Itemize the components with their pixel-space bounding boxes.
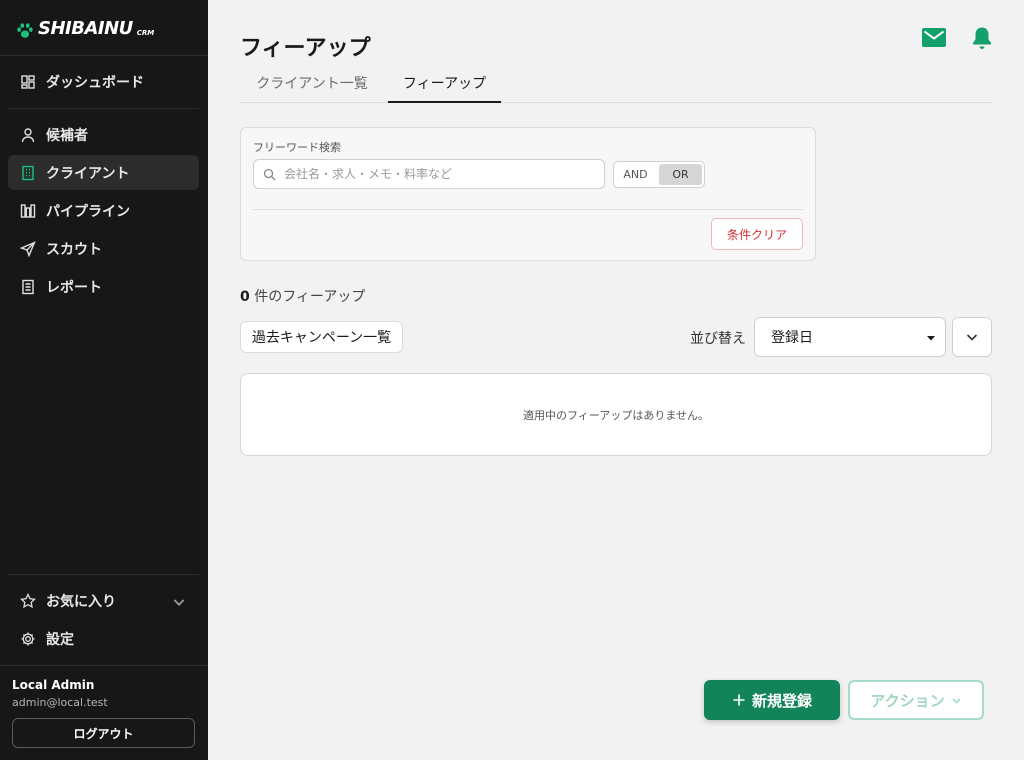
sort-direction-button[interactable] (952, 317, 992, 357)
result-count-number: 0 (240, 289, 250, 305)
sidebar-divider (8, 574, 199, 575)
sidebar-item-label: パイプライン (46, 203, 130, 220)
sidebar-item-label: 候補者 (46, 127, 88, 144)
person-icon (21, 127, 35, 142)
sidebar-item-favorites[interactable]: お気に入り (8, 583, 199, 618)
sidebar-item-label: お気に入り (46, 593, 116, 610)
action-menu-label: アクション (870, 691, 945, 710)
page-title: フィーアップ (240, 36, 371, 61)
building-icon (22, 165, 34, 180)
sidebar-divider (0, 665, 208, 666)
chevron-down-icon (952, 697, 961, 704)
sidebar-item-label: ダッシュボード (46, 74, 144, 91)
sidebar-item-label: クライアント (46, 165, 130, 182)
past-campaigns-button[interactable]: 過去キャンペーン一覧 (240, 321, 403, 353)
star-icon (20, 592, 36, 608)
chevron-down-icon (966, 334, 978, 341)
sidebar-item-dashboard[interactable]: ダッシュボード (8, 64, 199, 99)
sidebar-item-label: レポート (46, 279, 102, 296)
sort-label: 並び替え (690, 331, 746, 347)
empty-state: 適用中のフィーアップはありません。 (240, 373, 992, 456)
sort-select[interactable]: 登録日 (754, 317, 946, 357)
sidebar-item-label: 設定 (46, 631, 74, 648)
user-name: Local Admin (12, 678, 95, 692)
search-icon (263, 168, 276, 181)
action-menu-button[interactable]: アクション (848, 680, 984, 720)
logic-or-button[interactable]: OR (659, 164, 702, 185)
sort-select-value: 登録日 (771, 330, 813, 346)
bell-icon[interactable] (970, 26, 994, 50)
brand-sub: CRM (136, 29, 155, 37)
brand-logo[interactable]: SHIBAINU CRM (16, 16, 154, 40)
dashboard-icon (21, 74, 35, 89)
new-register-label: 新規登録 (751, 691, 812, 710)
chevron-down-icon (173, 599, 185, 606)
chevron-down-icon (927, 336, 935, 341)
brand-name: SHIBAINU (38, 18, 133, 39)
send-icon (20, 240, 36, 257)
result-count: 0 件のフィーアップ (240, 286, 365, 306)
search-box (253, 159, 605, 189)
filter-divider (253, 209, 803, 210)
empty-message: 適用中のフィーアップはありません。 (522, 408, 709, 422)
sidebar-item-candidates[interactable]: 候補者 (8, 117, 199, 152)
user-email: admin@local.test (12, 696, 108, 709)
logic-and-button[interactable]: AND (614, 162, 657, 187)
search-input[interactable] (284, 160, 600, 188)
tab-fee-up[interactable]: フィーアップ (388, 64, 501, 103)
filter-panel: フリーワード検索 AND OR 条件クリア (240, 127, 816, 261)
mail-icon[interactable] (922, 28, 946, 47)
sidebar-item-settings[interactable]: 設定 (8, 621, 199, 656)
pipeline-icon (20, 203, 36, 218)
tab-client-list[interactable]: クライアント一覧 (240, 64, 384, 102)
sidebar-item-scout[interactable]: スカウト (8, 231, 199, 266)
new-register-button[interactable]: 新規登録 (704, 680, 840, 720)
sidebar-item-clients[interactable]: クライアント (8, 155, 199, 190)
logic-toggle: AND OR (613, 161, 705, 188)
gear-icon (21, 632, 35, 645)
sidebar: SHIBAINU CRM ダッシュボード 候補者 クライアント パイプライン ス… (0, 0, 208, 760)
clear-filters-button[interactable]: 条件クリア (711, 218, 803, 250)
tab-bar: クライアント一覧 フィーアップ (240, 64, 992, 103)
sidebar-item-pipeline[interactable]: パイプライン (8, 193, 199, 228)
freeword-label: フリーワード検索 (253, 141, 341, 154)
sidebar-divider (0, 55, 208, 56)
plus-icon (733, 694, 745, 706)
sidebar-divider (8, 108, 199, 109)
sidebar-item-report[interactable]: レポート (8, 269, 199, 304)
sidebar-item-label: スカウト (46, 241, 102, 258)
result-count-suffix: 件のフィーアップ (249, 289, 366, 305)
report-icon (22, 279, 34, 294)
logout-button[interactable]: ログアウト (12, 718, 195, 748)
paw-icon (17, 23, 33, 38)
